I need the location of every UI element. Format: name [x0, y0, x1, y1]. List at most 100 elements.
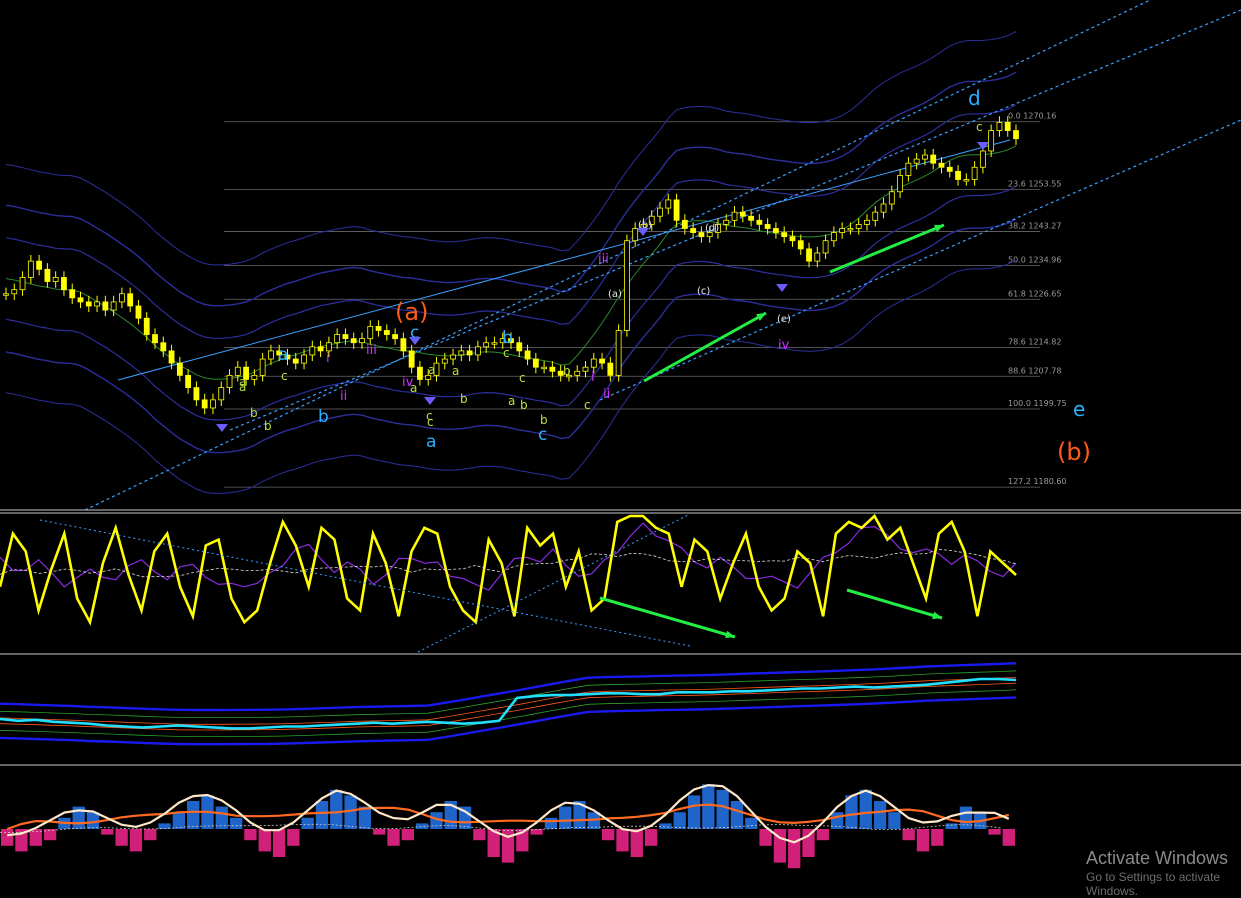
histogram-bar	[702, 784, 715, 829]
histogram-panel	[0, 783, 1015, 869]
wave-label: b	[460, 392, 468, 406]
candle-body	[1004, 122, 1011, 131]
candle-body	[168, 350, 175, 364]
candle-body	[723, 219, 730, 225]
histogram-bar	[287, 829, 300, 846]
pivot-marker	[216, 424, 228, 432]
candle-body	[441, 358, 448, 364]
wave-label: c	[426, 409, 433, 423]
candle-body	[474, 346, 481, 356]
histogram-bar	[315, 801, 329, 829]
candle-body	[698, 232, 705, 238]
candle-body	[176, 362, 183, 376]
histogram-bar	[959, 806, 973, 829]
candle-body	[325, 342, 332, 352]
histogram-bar	[473, 829, 486, 841]
pivot-marker	[637, 228, 649, 236]
candle-body	[1013, 130, 1019, 140]
candle-body	[979, 150, 986, 168]
candle-body	[839, 228, 846, 233]
candle-body	[392, 334, 398, 340]
candle-body	[458, 350, 465, 356]
trend-arrow-head	[934, 224, 944, 233]
momentum-band	[0, 696, 1017, 746]
candle-body	[483, 342, 490, 348]
candle-body	[830, 232, 837, 242]
candle-body	[160, 342, 167, 352]
wave-label: (a)	[608, 289, 622, 300]
candle-body	[524, 350, 531, 360]
wave-label: b	[563, 364, 571, 378]
histogram-bar	[415, 823, 429, 829]
candle-body	[880, 203, 887, 213]
histogram-bar	[330, 789, 343, 829]
wave-label: b	[318, 407, 329, 427]
wave-label: c	[503, 346, 510, 360]
wave-label: (a)	[395, 298, 428, 326]
histogram-bar	[244, 829, 257, 841]
wave-label: b	[540, 413, 548, 427]
candle-body	[450, 354, 456, 360]
candle-body	[143, 317, 150, 335]
histogram-bar	[931, 829, 944, 846]
histogram-bar	[559, 806, 572, 829]
histogram-bar	[172, 812, 186, 829]
candle-body	[814, 252, 821, 262]
candle-body	[582, 366, 589, 372]
candle-body	[756, 219, 763, 225]
candle-body	[301, 354, 307, 364]
wave-label: ii	[603, 387, 610, 402]
candle-body	[532, 358, 539, 368]
histogram-bar	[902, 829, 915, 841]
wave-label: (e)	[777, 314, 791, 325]
trend-arrow	[643, 311, 767, 383]
candle-body	[251, 374, 258, 380]
candle-body	[342, 334, 349, 340]
wave-label: b	[264, 419, 272, 433]
histogram-bar	[730, 801, 744, 829]
candle-body	[930, 154, 937, 164]
candle-body	[855, 223, 862, 229]
histogram-bar	[988, 829, 1001, 835]
candle-body	[963, 179, 970, 182]
candle-body	[226, 374, 233, 388]
candle-body	[905, 162, 912, 176]
candle-body	[541, 366, 548, 370]
candle-body	[36, 260, 43, 270]
histogram-bar	[888, 812, 901, 829]
candle-body	[44, 268, 51, 282]
histogram-bar	[129, 829, 143, 852]
candle-body	[3, 293, 9, 296]
wave-label: c	[281, 369, 288, 383]
oscillator-panel	[0, 512, 1241, 655]
activate-windows-title: Activate Windows	[1086, 848, 1229, 868]
price-panel: 0.0 1270.16 23.6 1253.55 38.2 1243.27 50.0 …	[0, 0, 1241, 511]
wave-label: a	[452, 364, 459, 378]
wave-label: c	[976, 120, 983, 134]
fib-label: 50.0 1234.96	[1008, 255, 1061, 264]
wave-label: b	[502, 328, 513, 348]
candle-body	[574, 370, 581, 376]
bollinger-band	[5, 31, 1017, 266]
wave-label: c	[538, 425, 547, 445]
candle-body	[77, 297, 84, 303]
candle-body	[657, 207, 663, 217]
candle-body	[259, 358, 266, 376]
candle-body	[847, 228, 854, 231]
candle-body	[268, 350, 274, 360]
histogram-bar	[859, 789, 872, 829]
wave-label: e	[1073, 397, 1085, 421]
candle-body	[94, 301, 100, 307]
candle-body	[193, 387, 200, 401]
candle-body	[69, 289, 76, 299]
histogram-bar	[916, 829, 930, 852]
candle-body	[292, 358, 299, 364]
histogram-bar	[687, 795, 701, 829]
wave-label: (b)	[1057, 438, 1091, 466]
histogram-bar	[258, 829, 271, 852]
fib-label: 0.0 1270.16	[1008, 112, 1056, 121]
candle-body	[309, 346, 316, 356]
bollinger-band	[5, 71, 1017, 307]
histogram-bar	[229, 817, 243, 829]
candle-body	[466, 350, 473, 356]
